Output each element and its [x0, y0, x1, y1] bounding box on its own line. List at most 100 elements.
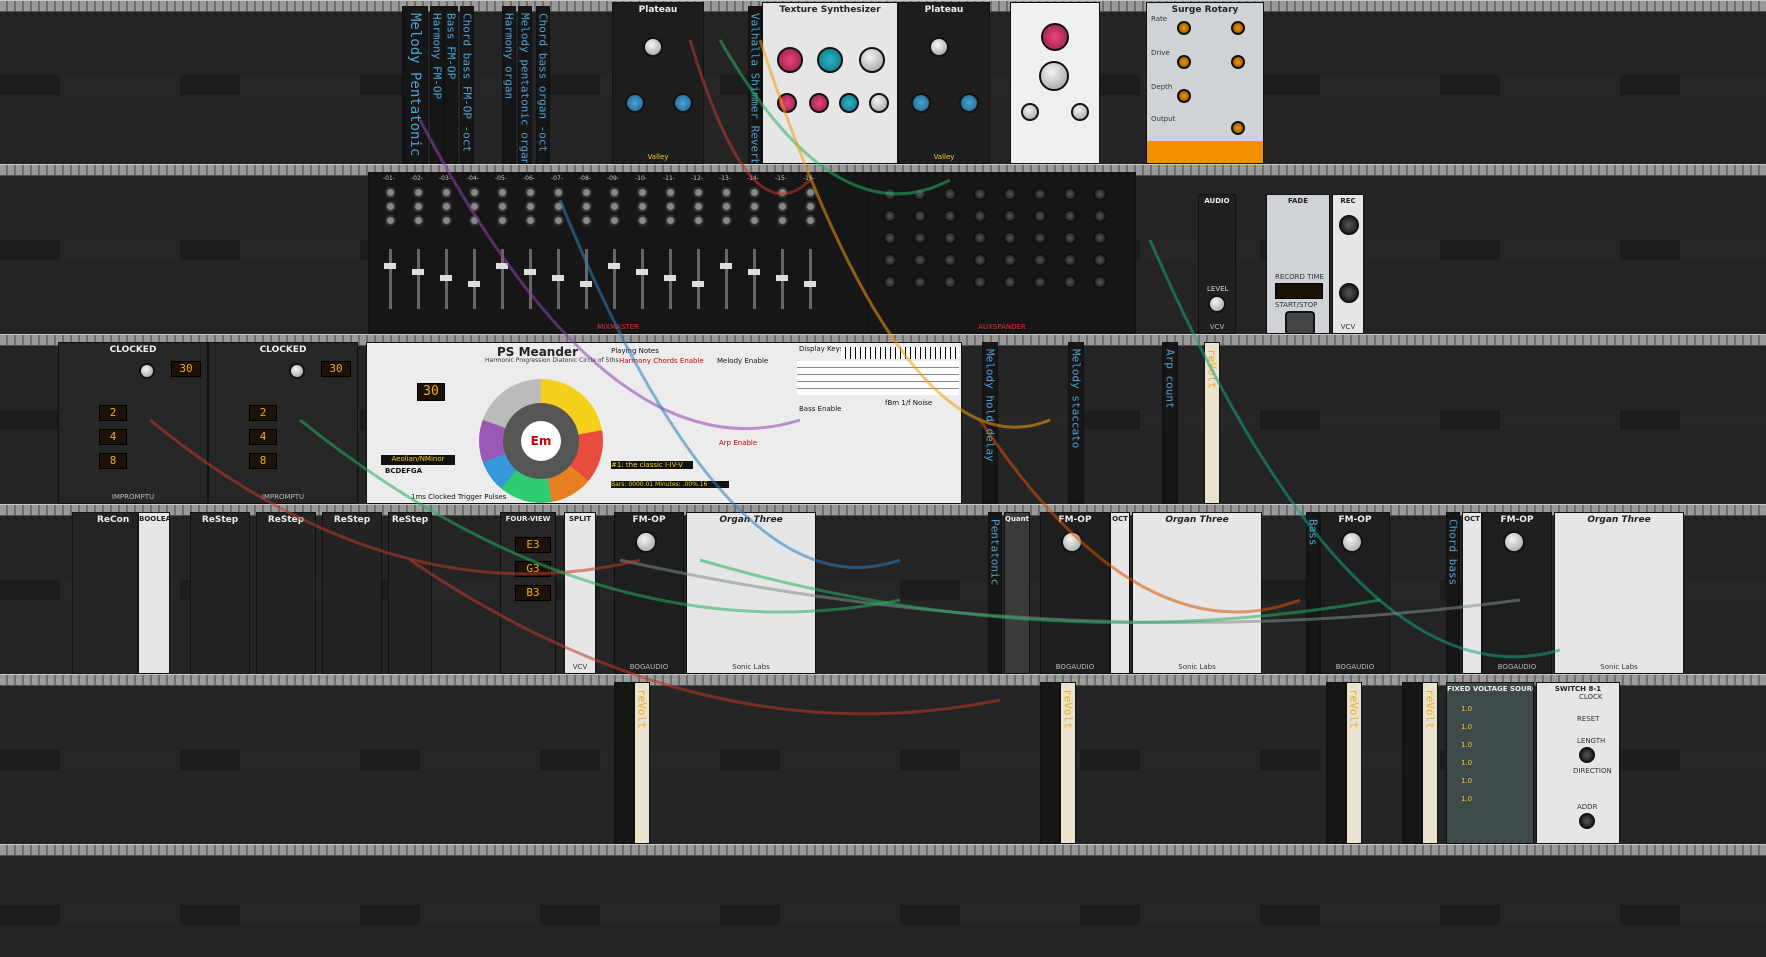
notes-module-10[interactable]: Arp count: [1162, 342, 1178, 504]
input-jack[interactable]: [721, 201, 732, 212]
aux-send-knob[interactable]: [943, 231, 957, 245]
restep-2[interactable]: ReStep: [256, 512, 316, 674]
fader-cap[interactable]: [692, 281, 704, 287]
input-jack[interactable]: [497, 187, 508, 198]
lfo-module-1[interactable]: [614, 682, 634, 844]
restep-4[interactable]: ReStep: [388, 512, 432, 674]
drive2-knob[interactable]: [1231, 55, 1245, 69]
aux-send-knob[interactable]: [1003, 209, 1017, 223]
aux-send-knob[interactable]: [1063, 253, 1077, 267]
notes-module-7[interactable]: Chord bass organ -oct: [536, 6, 550, 164]
fader-cap[interactable]: [720, 263, 732, 269]
plateau-reverb-1[interactable]: Plateau Valley: [612, 2, 704, 164]
input-jack[interactable]: [553, 187, 564, 198]
input-jack[interactable]: [469, 201, 480, 212]
size-knob[interactable]: [643, 37, 663, 57]
aux-send-knob[interactable]: [913, 275, 927, 289]
aux-send-knob[interactable]: [1063, 275, 1077, 289]
lfo-module-4[interactable]: [1402, 682, 1422, 844]
auxspander[interactable]: AUXSPANDER: [868, 172, 1136, 334]
fader-cap[interactable]: [468, 281, 480, 287]
input-jack[interactable]: [609, 201, 620, 212]
depth-knob[interactable]: [1177, 89, 1191, 103]
revolt-module-5[interactable]: reVolt: [1422, 682, 1438, 844]
aux-send-knob[interactable]: [973, 231, 987, 245]
aux-send-knob[interactable]: [1063, 231, 1077, 245]
input-jack[interactable]: [385, 215, 396, 226]
aux-send-knob[interactable]: [943, 275, 957, 289]
quant[interactable]: Quant: [1004, 512, 1030, 674]
revolt-module-2[interactable]: reVolt: [634, 682, 650, 844]
input-jack[interactable]: [637, 187, 648, 198]
aux-send-knob[interactable]: [883, 275, 897, 289]
input-jack[interactable]: [637, 201, 648, 212]
notes-module-9[interactable]: Melody staccato: [1068, 342, 1084, 504]
boolean[interactable]: BOOLEAN: [138, 512, 170, 674]
fader-cap[interactable]: [384, 263, 396, 269]
input-jack[interactable]: [581, 201, 592, 212]
rate-knob[interactable]: [1177, 21, 1191, 35]
input-jack[interactable]: [805, 201, 816, 212]
organ-three-3[interactable]: Organ Three Sonic Labs: [1554, 512, 1684, 674]
feedback-knob[interactable]: [1071, 103, 1089, 121]
aux-send-knob[interactable]: [1033, 275, 1047, 289]
aux-send-knob[interactable]: [973, 253, 987, 267]
fader-cap[interactable]: [552, 275, 564, 281]
input-jack[interactable]: [777, 187, 788, 198]
input-jack[interactable]: [721, 215, 732, 226]
aux-send-knob[interactable]: [883, 253, 897, 267]
notes-module-2[interactable]: Harmony FM-OP: [430, 6, 444, 164]
revolt-module-3[interactable]: reVolt: [1060, 682, 1076, 844]
size-knob[interactable]: [929, 37, 949, 57]
input-jack[interactable]: [525, 187, 536, 198]
aux-send-knob[interactable]: [1093, 253, 1107, 267]
notes-module-4[interactable]: Chord bass FM-OP -oct: [460, 6, 474, 164]
mixmaster[interactable]: -01- -02- -03- -04- -05- -06- -07- -08- -09- -10-…: [368, 172, 868, 334]
input-jack[interactable]: [441, 201, 452, 212]
input-jack[interactable]: [749, 215, 760, 226]
notes-module-8[interactable]: Melody hold delay: [982, 342, 998, 504]
input-jack[interactable]: [665, 201, 676, 212]
fader-cap[interactable]: [412, 269, 424, 275]
channel-fader[interactable]: [613, 249, 616, 309]
notes-module-12[interactable]: Bass: [1306, 512, 1320, 674]
organ-three-2[interactable]: Organ Three Sonic Labs: [1132, 512, 1262, 674]
fixed-voltage-source[interactable]: FIXED VOLTAGE SOURCE 1.0 1.0 1.0 1.0 1.0…: [1446, 682, 1534, 844]
channel-fader[interactable]: [389, 249, 392, 309]
addr-knob[interactable]: [1579, 813, 1595, 829]
ratio-knob[interactable]: [635, 531, 657, 553]
fader-cap[interactable]: [524, 269, 536, 275]
input-jack[interactable]: [525, 215, 536, 226]
aux-send-knob[interactable]: [1093, 275, 1107, 289]
notes-module-6[interactable]: Melody pentatonic organ: [518, 6, 532, 164]
bpm-knob[interactable]: [139, 363, 155, 379]
aux-send-knob[interactable]: [1093, 209, 1107, 223]
notes-module-5[interactable]: Harmony organ: [502, 6, 516, 164]
ps-meander[interactable]: PS Meander Harmonic Progression Diatonic…: [366, 342, 962, 504]
circle-of-fifths[interactable]: Em: [479, 379, 603, 503]
aux-send-knob[interactable]: [913, 209, 927, 223]
ratio-knob[interactable]: [1061, 531, 1083, 553]
aux-send-knob[interactable]: [1033, 209, 1047, 223]
main-knob[interactable]: [1039, 61, 1069, 91]
channel-fader[interactable]: [641, 249, 644, 309]
input-jack[interactable]: [553, 201, 564, 212]
input-jack[interactable]: [665, 215, 676, 226]
fade-recorder[interactable]: FADE RECORD TIME START/STOP: [1266, 194, 1330, 334]
input-jack[interactable]: [693, 215, 704, 226]
clocked-1[interactable]: CLOCKED 30 2 4 8 IMPROMPTU: [58, 342, 208, 504]
vcv-split[interactable]: SPLIT VCV: [564, 512, 596, 674]
fm-op-3[interactable]: FM-OP BOGAUDIO: [1320, 512, 1390, 674]
input-jack[interactable]: [581, 215, 592, 226]
fader-cap[interactable]: [664, 275, 676, 281]
lfo-module-3[interactable]: [1326, 682, 1346, 844]
vcv-rec[interactable]: REC VCV: [1332, 194, 1364, 334]
recon[interactable]: ReCon: [72, 512, 138, 674]
aux-send-knob[interactable]: [943, 209, 957, 223]
time-knob[interactable]: [1041, 23, 1069, 51]
aux-send-knob[interactable]: [1033, 253, 1047, 267]
rate2-knob[interactable]: [1231, 21, 1245, 35]
aux-send-knob[interactable]: [883, 231, 897, 245]
clocked-2[interactable]: CLOCKED 30 2 4 8 IMPROMPTU: [208, 342, 358, 504]
channel-fader[interactable]: [417, 249, 420, 309]
